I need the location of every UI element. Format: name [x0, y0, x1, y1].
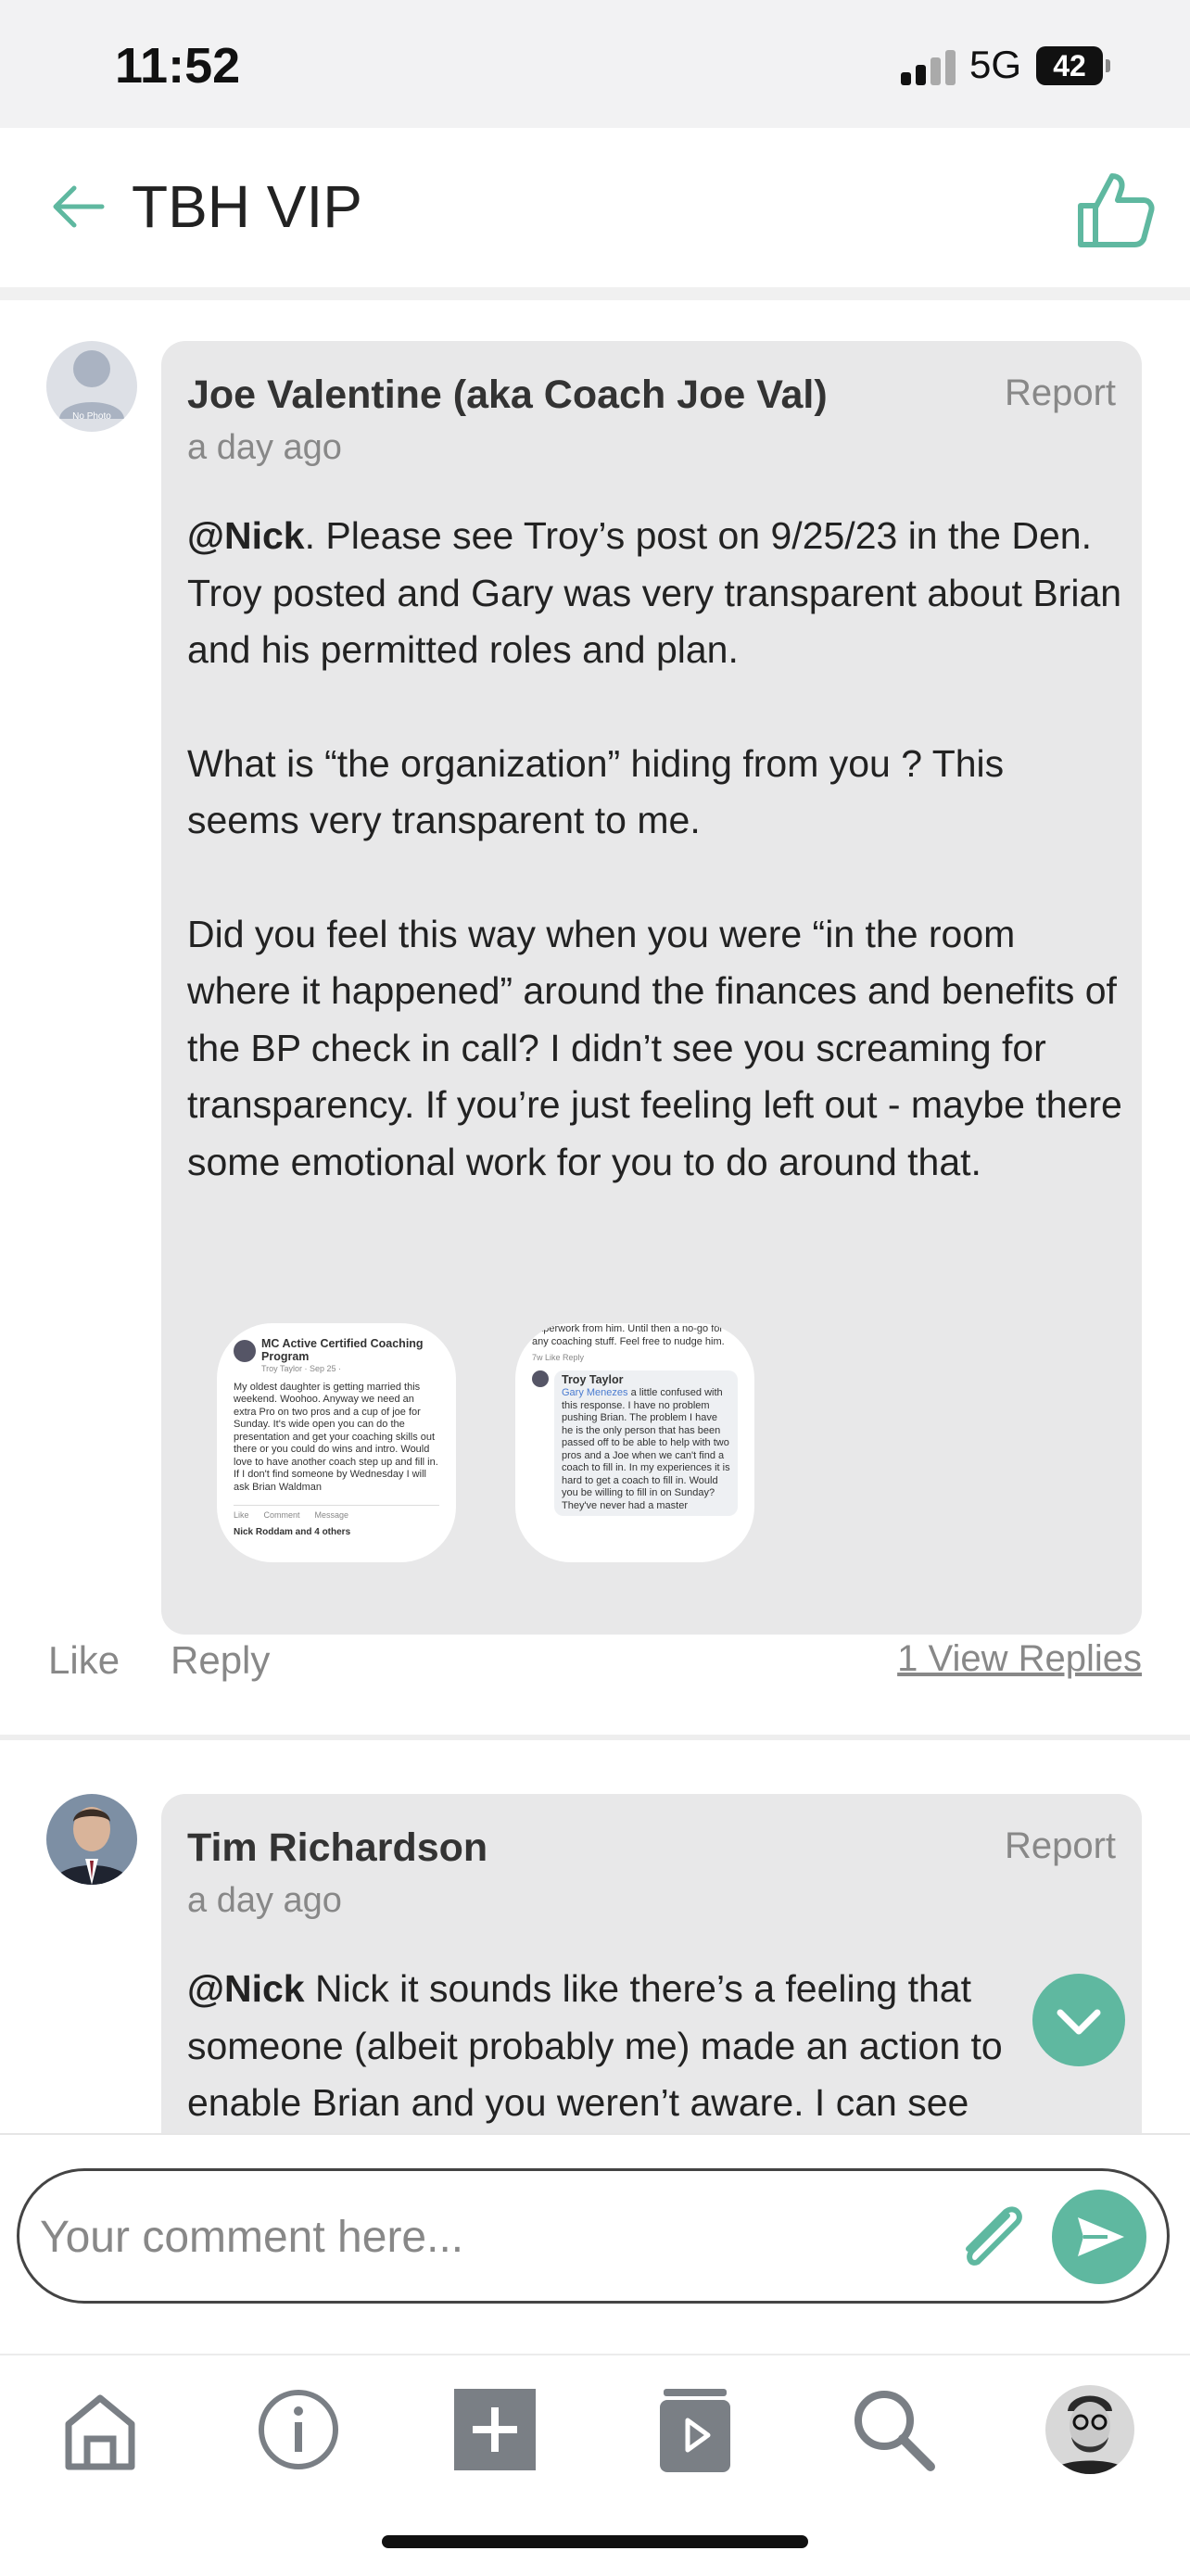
comment-item: Tim Richardson Report a day ago @Nick Ni…: [0, 1794, 1190, 2133]
attachment-image[interactable]: MC Active Certified Coaching Program Tro…: [217, 1323, 456, 1562]
chevron-down-icon: [1057, 2009, 1101, 2035]
header-divider: [0, 287, 1190, 300]
status-time: 11:52: [115, 38, 241, 94]
comment-time: a day ago: [187, 1881, 342, 1920]
comment-body: @Nick. Please see Troy’s post on 9/25/23…: [187, 508, 1123, 1247]
comment-author: Tim Richardson: [187, 1825, 488, 1870]
reply-button[interactable]: Reply: [171, 1638, 270, 1683]
page-title: TBH VIP: [132, 173, 362, 240]
search-icon[interactable]: [847, 2383, 940, 2476]
thumbs-up-icon[interactable]: [1075, 170, 1155, 248]
add-icon[interactable]: [449, 2383, 541, 2476]
avatar[interactable]: [46, 1794, 137, 1885]
home-indicator: [382, 2535, 808, 2548]
mention[interactable]: @Nick: [187, 514, 305, 557]
attachment-text: My oldest daughter is getting married th…: [234, 1381, 438, 1493]
profile-avatar[interactable]: [1044, 2383, 1136, 2476]
like-button[interactable]: Like: [48, 1638, 120, 1683]
report-button[interactable]: Report: [1005, 1825, 1116, 1867]
comment-bubble: Tim Richardson Report a day ago @Nick Ni…: [161, 1794, 1142, 2133]
comment-item: No Photo Joe Valentine (aka Coach Joe Va…: [0, 341, 1190, 1731]
comment-divider: [0, 1735, 1190, 1740]
attachment-image[interactable]: paperwork from him. Until then a no-go f…: [515, 1323, 754, 1562]
battery-level: 42: [1036, 46, 1103, 85]
send-icon: [1078, 2217, 1124, 2256]
paperclip-icon[interactable]: [950, 2195, 1033, 2279]
comment-body: @Nick Nick it sounds like there’s a feel…: [187, 1967, 1003, 2124]
signal-icon: [901, 48, 956, 85]
info-icon[interactable]: [252, 2383, 345, 2476]
report-button[interactable]: Report: [1005, 373, 1116, 414]
attachment-poster: Troy Taylor · Sep 25 ·: [261, 1364, 342, 1373]
comment-time: a day ago: [187, 428, 342, 467]
status-bar: 11:52 5G 42: [0, 0, 1190, 128]
send-button[interactable]: [1052, 2190, 1146, 2284]
comment-input[interactable]: [38, 2199, 931, 2275]
battery-icon: 42: [1036, 46, 1110, 85]
attachment-group-name: MC Active Certified Coaching Program: [261, 1337, 424, 1363]
no-photo-label: No Photo: [72, 411, 111, 422]
comment-author: Joe Valentine (aka Coach Joe Val): [187, 373, 828, 417]
comment-input-container: [17, 2168, 1170, 2304]
network-type: 5G: [969, 43, 1022, 86]
comment-paragraph: What is “the organization” hiding from y…: [187, 741, 1005, 842]
comment-paragraph: Did you feel this way when you were “in …: [187, 912, 1122, 1183]
comment-composer: [0, 2133, 1190, 2339]
mention[interactable]: @Nick: [187, 1967, 305, 2010]
avatar[interactable]: No Photo: [46, 341, 137, 432]
app-header: TBH VIP: [0, 128, 1190, 287]
view-replies-link[interactable]: 1 View Replies: [897, 1638, 1142, 1680]
back-arrow-icon[interactable]: [50, 183, 106, 230]
home-icon[interactable]: [54, 2383, 146, 2476]
scroll-down-button[interactable]: [1032, 1974, 1125, 2066]
video-library-icon[interactable]: [649, 2383, 741, 2476]
comment-bubble: Joe Valentine (aka Coach Joe Val) Report…: [161, 341, 1142, 1635]
